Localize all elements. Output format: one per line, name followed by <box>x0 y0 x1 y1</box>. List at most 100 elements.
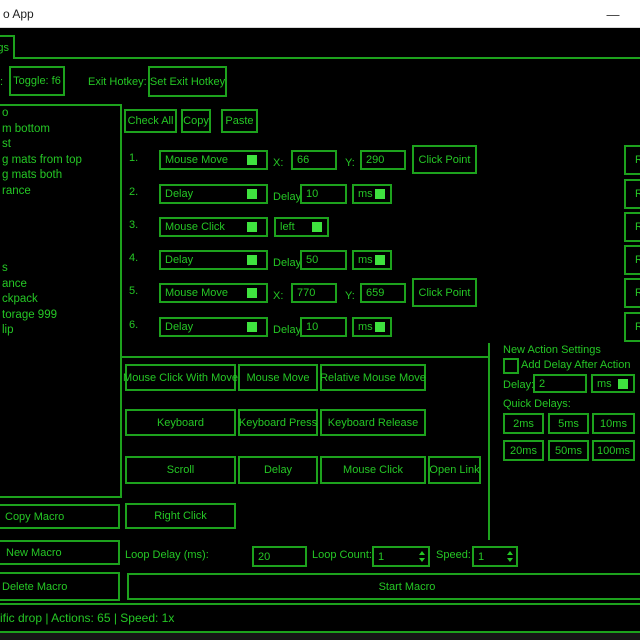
add-relative-mouse-move-button[interactable]: Relative Mouse Move <box>320 364 426 391</box>
remove-action-button[interactable]: R <box>624 179 640 209</box>
action-type-value: Delay <box>165 188 193 200</box>
desktop-strip <box>0 633 640 640</box>
delete-macro-button[interactable]: Delete Macro <box>0 572 120 601</box>
nas-delay-input[interactable]: 2 <box>533 374 587 393</box>
macro-list-item[interactable]: s <box>0 261 120 277</box>
nas-delay-unit-dropdown[interactable]: ms <box>591 374 635 393</box>
dropdown-square-icon[interactable] <box>247 189 257 199</box>
new-macro-button[interactable]: New Macro <box>0 540 120 565</box>
action-type-dropdown[interactable]: Mouse Click <box>159 217 268 237</box>
add-mouse-move-button[interactable]: Mouse Move <box>238 364 318 391</box>
action-index: 6. <box>129 319 138 331</box>
remove-action-label: R <box>635 188 640 200</box>
add-open-link-button[interactable]: Open Link <box>428 456 481 484</box>
macro-list-item[interactable]: ckpack <box>0 292 120 308</box>
y-input[interactable]: 290 <box>360 150 406 170</box>
action-type-dropdown[interactable]: Mouse Move <box>159 150 268 170</box>
loop-delay-input[interactable]: 20 <box>252 546 307 567</box>
action-type-dropdown[interactable]: Mouse Move <box>159 283 268 303</box>
add-keyboard-release-button[interactable]: Keyboard Release <box>320 409 426 436</box>
action-type-dropdown[interactable]: Delay <box>159 184 268 204</box>
quick-delay-20ms-button[interactable]: 20ms <box>503 440 544 461</box>
dropdown-square-icon[interactable] <box>375 322 385 332</box>
quick-delay-50ms-button[interactable]: 50ms <box>548 440 589 461</box>
action-type-dropdown[interactable]: Delay <box>159 250 268 270</box>
macro-list-item[interactable]: o <box>0 106 120 122</box>
minimize-button[interactable]: — <box>598 0 628 28</box>
remove-action-button[interactable]: R <box>624 245 640 275</box>
add-scroll-button[interactable]: Scroll <box>125 456 236 484</box>
macro-list-item[interactable] <box>0 230 120 246</box>
spinner-up-icon[interactable] <box>507 551 513 555</box>
paste-actions-button[interactable]: Paste <box>221 109 258 133</box>
y-input[interactable]: 659 <box>360 283 406 303</box>
dropdown-square-icon[interactable] <box>247 288 257 298</box>
title-bar: o App — <box>0 0 640 28</box>
click-point-button[interactable]: Click Point <box>412 145 477 174</box>
palette-label: Open Link <box>429 464 479 476</box>
macro-list[interactable]: o m bottom st g mats from top g mats bot… <box>0 104 122 498</box>
macro-list-item[interactable]: rance <box>0 184 120 200</box>
delay-unit-dropdown[interactable]: ms <box>352 184 392 204</box>
delay-label: Delay <box>273 257 301 269</box>
quick-delay-2ms-button[interactable]: 2ms <box>503 413 544 434</box>
loop-count-spinner[interactable]: 1 <box>372 546 430 567</box>
add-delay-after-action-checkbox[interactable] <box>503 358 519 374</box>
macro-list-item[interactable] <box>0 215 120 231</box>
macro-list-item[interactable] <box>0 246 120 262</box>
delay-input[interactable]: 10 <box>300 317 347 337</box>
y-label: Y: <box>345 290 355 302</box>
spinner-up-icon[interactable] <box>419 551 425 555</box>
delay-input[interactable]: 10 <box>300 184 347 204</box>
click-point-button[interactable]: Click Point <box>412 278 477 307</box>
macro-list-item[interactable]: lip <box>0 323 120 339</box>
remove-action-button[interactable]: R <box>624 145 640 175</box>
delay-unit-dropdown[interactable]: ms <box>352 317 392 337</box>
start-macro-button[interactable]: Start Macro <box>127 573 640 600</box>
add-delay-button[interactable]: Delay <box>238 456 318 484</box>
add-mouse-click-button[interactable]: Mouse Click <box>320 456 426 484</box>
macro-list-item[interactable]: g mats from top <box>0 153 120 169</box>
dropdown-square-icon[interactable] <box>247 222 257 232</box>
dropdown-square-icon[interactable] <box>375 255 385 265</box>
check-all-button[interactable]: Check All <box>124 109 177 133</box>
macro-list-item[interactable]: g mats both <box>0 168 120 184</box>
dropdown-square-icon[interactable] <box>247 322 257 332</box>
remove-action-button[interactable]: R <box>624 278 640 308</box>
dropdown-square-icon[interactable] <box>618 379 628 389</box>
speed-spinner[interactable]: 1 <box>472 546 518 567</box>
tab-settings[interactable]: gs <box>0 35 15 59</box>
macro-list-item[interactable]: ance <box>0 277 120 293</box>
add-keyboard-press-button[interactable]: Keyboard Press <box>238 409 318 436</box>
quick-delay-100ms-button[interactable]: 100ms <box>592 440 635 461</box>
copy-macro-button[interactable]: Copy Macro <box>0 504 120 529</box>
add-mouse-click-with-move-button[interactable]: Mouse Click With Move <box>125 364 236 391</box>
x-input[interactable]: 770 <box>291 283 337 303</box>
dropdown-square-icon[interactable] <box>312 222 322 232</box>
spinner-down-icon[interactable] <box>507 558 513 562</box>
mouse-button-dropdown[interactable]: left <box>274 217 329 237</box>
macro-list-item[interactable]: st <box>0 137 120 153</box>
remove-action-button[interactable]: R <box>624 312 640 342</box>
quick-delay-10ms-button[interactable]: 10ms <box>592 413 635 434</box>
set-exit-hotkey-button[interactable]: Set Exit Hotkey <box>148 66 227 97</box>
palette-label: Scroll <box>167 464 195 476</box>
add-keyboard-button[interactable]: Keyboard <box>125 409 236 436</box>
macro-list-item[interactable]: m bottom <box>0 122 120 138</box>
spinner-down-icon[interactable] <box>419 558 425 562</box>
dropdown-square-icon[interactable] <box>247 255 257 265</box>
toggle-hotkey-button[interactable]: Toggle: f6 <box>9 66 65 96</box>
quick-delay-5ms-button[interactable]: 5ms <box>548 413 589 434</box>
action-type-dropdown[interactable]: Delay <box>159 317 268 337</box>
remove-action-button[interactable]: R <box>624 212 640 242</box>
dropdown-square-icon[interactable] <box>247 155 257 165</box>
x-input[interactable]: 66 <box>291 150 337 170</box>
delay-unit-dropdown[interactable]: ms <box>352 250 392 270</box>
delay-input[interactable]: 50 <box>300 250 347 270</box>
add-right-click-button[interactable]: Right Click <box>125 503 236 529</box>
macro-list-item[interactable]: torage 999 <box>0 308 120 324</box>
macro-list-item[interactable] <box>0 199 120 215</box>
copy-actions-button[interactable]: Copy <box>181 109 211 133</box>
action-row-3: 3. Mouse Click left R <box>120 212 640 246</box>
dropdown-square-icon[interactable] <box>375 189 385 199</box>
